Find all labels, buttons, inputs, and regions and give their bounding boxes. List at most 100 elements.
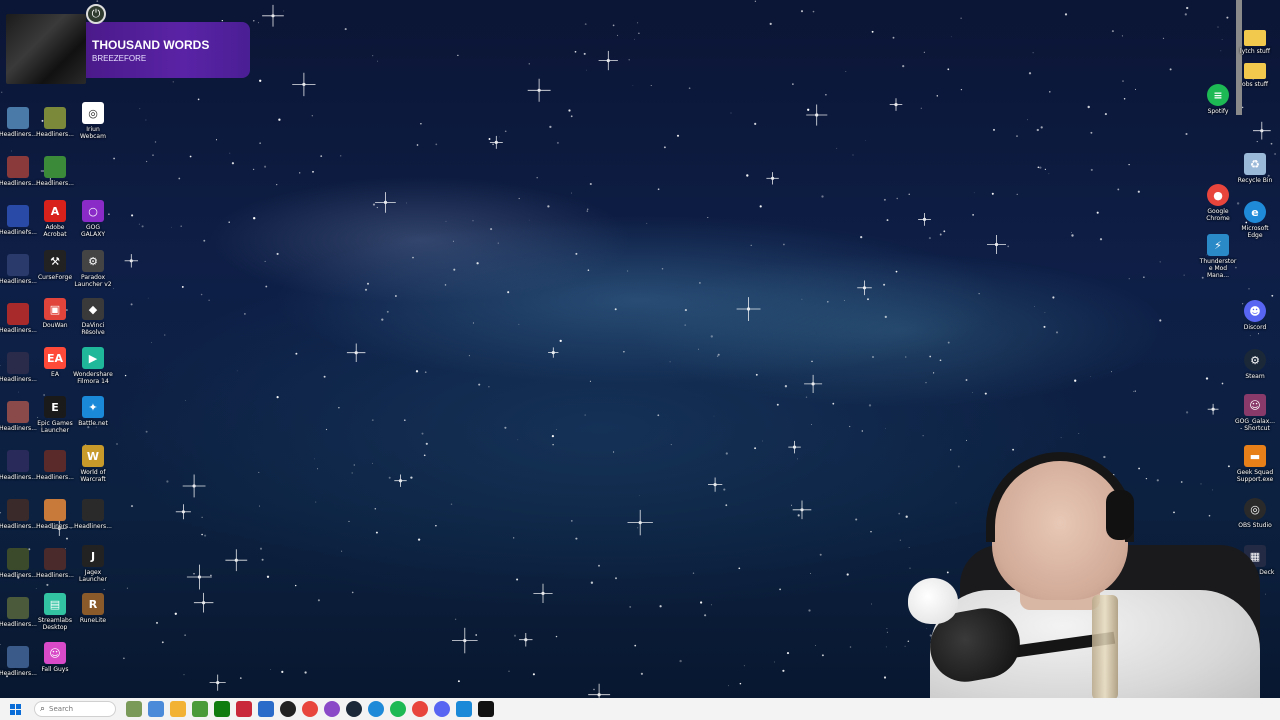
folder-icon — [1244, 30, 1266, 46]
taskbar-file-explorer-icon[interactable] — [170, 701, 186, 717]
desktop-icon[interactable]: Headliners... — [0, 352, 38, 383]
desktop-icon[interactable]: E Epic Games Launcher — [35, 396, 75, 434]
desktop-icon[interactable]: Headliners... — [0, 156, 38, 187]
desktop-icon[interactable]: Headliners... — [35, 450, 75, 481]
desktop-icon-label: GOG_Galax... - Shortcut — [1235, 418, 1275, 432]
desktop-icon[interactable]: Headliners... — [35, 156, 75, 187]
taskbar-app-blue-icon[interactable] — [258, 701, 274, 717]
taskbar-gamepad-icon[interactable] — [126, 701, 142, 717]
desktop-icon[interactable]: Headliners... — [73, 499, 113, 530]
taskbar-minecraft-icon[interactable] — [192, 701, 208, 717]
desktop-icon-label: Headliners... — [0, 425, 37, 432]
desktop-icon[interactable]: ≡ Spotify — [1198, 84, 1238, 115]
desktop-icon[interactable]: Headliners... — [0, 254, 38, 285]
gog-galaxy-icon: ○ — [82, 200, 104, 222]
desktop-icon[interactable]: lytch stuff — [1235, 30, 1275, 55]
thumbnail-icon — [7, 646, 29, 668]
taskbar-search[interactable]: ⌕ — [34, 701, 116, 717]
desktop-icon-label: Headliners... — [0, 670, 37, 677]
douwan-icon: ▣ — [44, 298, 66, 320]
thumbnail-icon — [44, 107, 66, 129]
desktop-icon-label: Iriun Webcam — [80, 126, 106, 140]
desktop-icon[interactable]: J Jagex Launcher — [73, 545, 113, 583]
start-button[interactable] — [6, 700, 24, 718]
desktop-icon[interactable]: ☻ Discord — [1235, 300, 1275, 331]
desktop-icon[interactable]: EA EA — [35, 347, 75, 378]
taskbar-steam-icon[interactable] — [346, 701, 362, 717]
now-playing-widget: THOUSAND WORDS BREEZEFORE ⏻ — [6, 4, 250, 84]
windows-icon — [9, 703, 21, 715]
desktop-icon-label: CurseForge — [37, 274, 73, 281]
desktop-icon[interactable]: Headliners... — [0, 107, 38, 138]
paradox-icon: ⚙ — [82, 250, 104, 272]
desktop-icon[interactable]: A Adobe Acrobat — [35, 200, 75, 238]
desktop-icon[interactable]: Headliners... — [0, 205, 38, 236]
desktop-icon-label: obs stuff — [1242, 81, 1268, 88]
power-icon[interactable]: ⏻ — [86, 4, 106, 24]
desktop-icon[interactable]: Headliners... — [0, 548, 38, 579]
desktop-icon[interactable]: ⚒ CurseForge — [35, 250, 75, 281]
desktop-icon[interactable]: ♻ Recycle Bin — [1235, 153, 1275, 184]
desktop-icon[interactable]: ⚙ Steam — [1235, 349, 1275, 380]
desktop-icon[interactable]: Headliners... — [0, 597, 38, 628]
desktop-icon-label: Paradox Launcher v2 — [74, 274, 112, 288]
desktop-icon[interactable]: ☺ GOG_Galax... - Shortcut — [1235, 394, 1275, 432]
desktop-icon[interactable]: Headliners... — [0, 646, 38, 677]
spotify-icon: ≡ — [1207, 84, 1229, 106]
desktop-icon-label: Recycle Bin — [1237, 177, 1273, 184]
desktop-icon-label: Headliners... — [0, 229, 37, 236]
desktop-icon-label: Microsoft Edge — [1241, 225, 1269, 239]
desktop-icon[interactable]: ✦ Battle.net — [73, 396, 113, 427]
taskbar-chrome-icon[interactable] — [302, 701, 318, 717]
desktop-icon[interactable]: Headliners... — [0, 499, 38, 530]
desktop-icon[interactable]: ◆ DaVinci Resolve — [73, 298, 113, 336]
desktop-icon[interactable]: ◎ Iriun Webcam — [73, 102, 113, 140]
desktop-icon-label: Thunderstore Mod Mana... — [1199, 258, 1237, 279]
desktop-icon[interactable]: ☺ Fall Guys — [35, 642, 75, 673]
taskbar-xbox-icon[interactable] — [214, 701, 230, 717]
taskbar-gog-icon[interactable] — [324, 701, 340, 717]
desktop-icon[interactable]: e Microsoft Edge — [1235, 201, 1275, 239]
desktop-icon-label: Headliners... — [36, 572, 74, 579]
gog-shortcut-icon: ☺ — [1244, 394, 1266, 416]
desktop-icon[interactable]: Headliners... — [35, 548, 75, 579]
desktop-icon[interactable]: W World of Warcraft — [73, 445, 113, 483]
taskbar-discord-icon[interactable] — [434, 701, 450, 717]
desktop-icon[interactable]: Headliners... — [35, 499, 75, 530]
desktop-icon[interactable]: obs stuff — [1235, 63, 1275, 88]
recycle-bin-icon: ♻ — [1244, 153, 1266, 175]
desktop-icon[interactable]: R RuneLite — [73, 593, 113, 624]
desktop-icon[interactable]: ⚡ Thunderstore Mod Mana... — [1198, 234, 1238, 279]
desktop-icon[interactable]: Headliners... — [35, 107, 75, 138]
taskbar-copilot-icon[interactable] — [148, 701, 164, 717]
desktop-icon-label: lytch stuff — [1240, 48, 1270, 55]
desktop-icon[interactable]: ▶ Wondershare Filmora 14 — [73, 347, 113, 385]
desktop-icon[interactable]: Headliners... — [0, 303, 38, 334]
desktop-icon[interactable]: ● Google Chrome — [1198, 184, 1238, 222]
taskbar-battlenet-icon[interactable] — [456, 701, 472, 717]
desktop-icon[interactable]: ○ GOG GALAXY — [73, 200, 113, 238]
desktop-icon-label: Streamlabs Desktop — [38, 617, 72, 631]
desktop-icon[interactable]: Headliners... — [0, 450, 38, 481]
desktop-icon[interactable]: ⚙ Paradox Launcher v2 — [73, 250, 113, 288]
folder-icon — [1244, 63, 1266, 79]
song-title: THOUSAND WORDS — [92, 38, 210, 52]
thumbnail-icon — [7, 450, 29, 472]
taskbar-spotify-icon[interactable] — [390, 701, 406, 717]
desktop-icon-label: Headliners... — [0, 180, 37, 187]
taskbar-obs-icon[interactable] — [280, 701, 296, 717]
thumbnail-icon — [7, 401, 29, 423]
thumbnail-icon — [7, 499, 29, 521]
desktop-icon-label: Jagex Launcher — [79, 569, 107, 583]
taskbar-capcut-icon[interactable] — [478, 701, 494, 717]
desktop-icon[interactable]: ▤ Streamlabs Desktop — [35, 593, 75, 631]
desktop-icon[interactable]: ▣ DouWan — [35, 298, 75, 329]
desktop-icon[interactable]: Headliners... — [0, 401, 38, 432]
search-input[interactable] — [49, 705, 110, 713]
taskbar-chrome-icon[interactable] — [412, 701, 428, 717]
chrome-icon: ● — [1207, 184, 1229, 206]
desktop-icon-label: Wondershare Filmora 14 — [73, 371, 113, 385]
taskbar-edge-icon[interactable] — [368, 701, 384, 717]
desktop-icon-label: EA — [51, 371, 59, 378]
taskbar-app-red-icon[interactable] — [236, 701, 252, 717]
